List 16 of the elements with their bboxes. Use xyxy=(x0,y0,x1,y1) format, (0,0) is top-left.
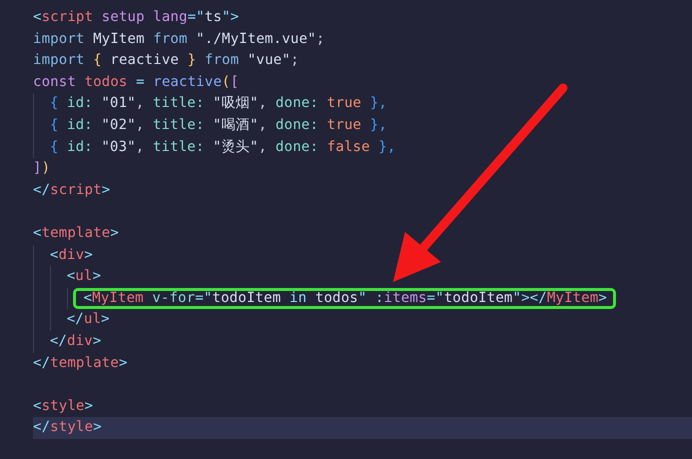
code-line: </template> xyxy=(33,354,128,372)
code-line: import MyItem from "./MyItem.vue"; xyxy=(33,30,325,49)
code-line: { id: "01", title: "吸烟", done: true }, xyxy=(50,94,388,114)
code-line: { id: "03", title: "烫头", done: false }, xyxy=(50,138,396,157)
code-line: </ul> xyxy=(66,310,110,330)
code-line: const todos = reactive([ xyxy=(33,72,239,92)
code-line: <ul> xyxy=(66,267,102,286)
code-line: </div> xyxy=(50,332,102,351)
code-line: import { reactive } from "vue"; xyxy=(33,51,300,70)
code-line: <div> xyxy=(50,246,93,265)
code-line: <script setup lang="ts"> xyxy=(33,8,239,27)
code-line: <style> xyxy=(33,396,94,416)
code-line: ]) xyxy=(33,159,50,178)
code-line: </script> xyxy=(33,180,110,200)
code-line: <template> xyxy=(33,224,119,243)
code-line: { id: "02", title: "喝酒", done: true }, xyxy=(50,116,388,135)
